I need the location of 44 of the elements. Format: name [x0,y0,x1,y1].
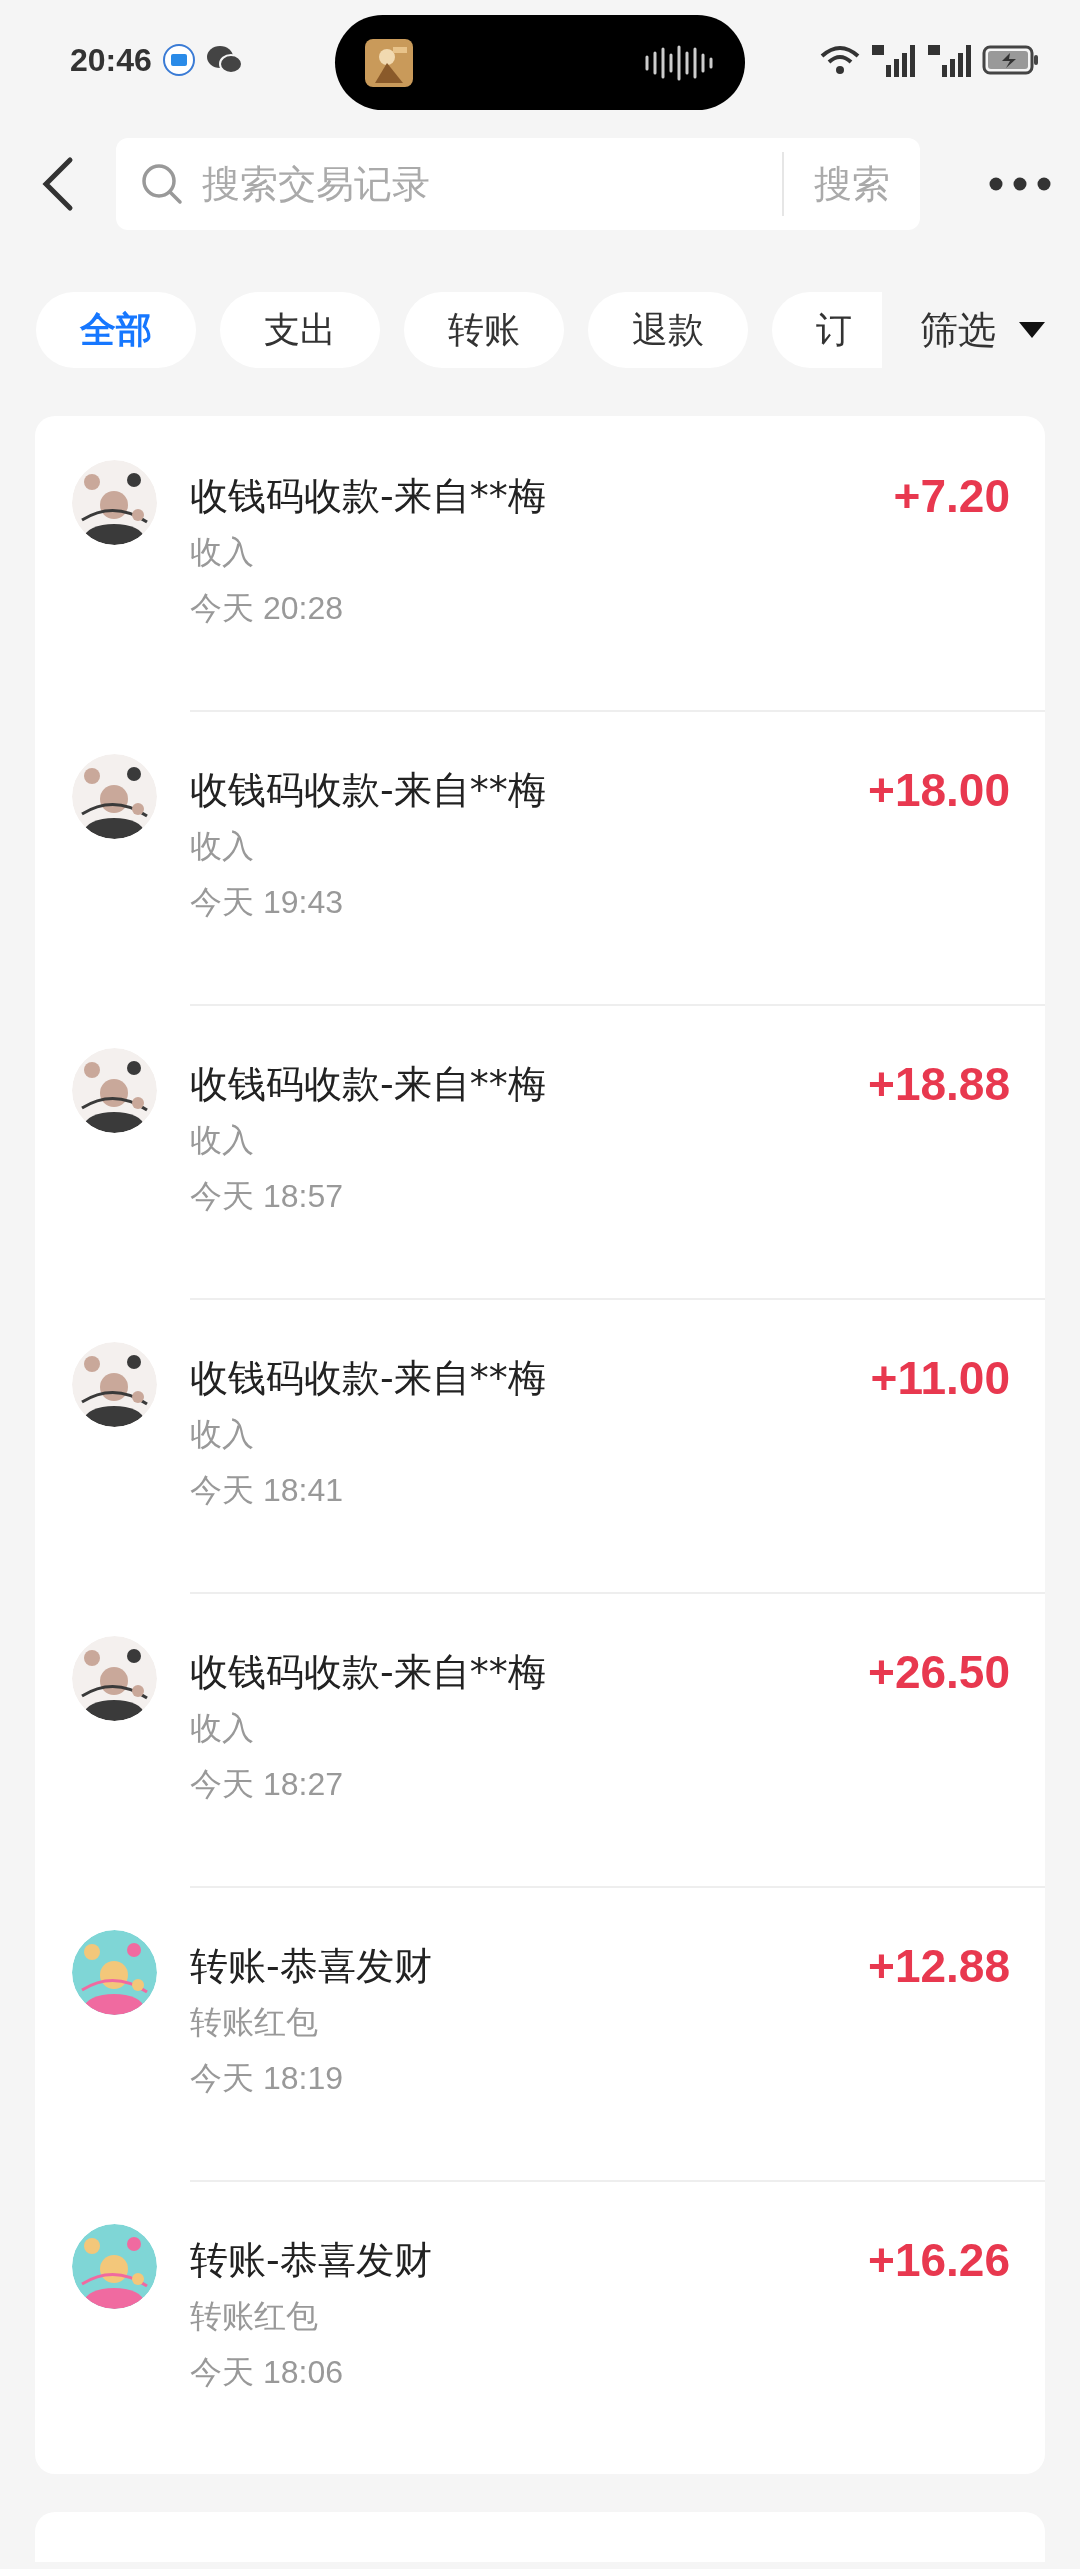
transaction-title: 收钱码收款-来自**梅 [190,474,546,518]
transaction-amount: +16.26 [868,2233,1010,2288]
transaction-title: 转账-恭喜发财 [190,1944,432,1988]
transaction-title: 收钱码收款-来自**梅 [190,1650,546,1694]
transaction-title: 收钱码收款-来自**梅 [190,1356,546,1400]
filter-tab[interactable]: 支出 [220,292,380,368]
transaction-title: 收钱码收款-来自**梅 [190,768,546,812]
transaction-time: 今天 18:06 [190,2354,343,2390]
transaction-category: 收入 [190,1415,254,1453]
filter-tab[interactable]: 订 [772,292,882,368]
signal-icon [870,43,916,77]
transaction-category: 收入 [190,533,254,571]
transaction-amount: +7.20 [893,469,1010,524]
transaction-amount: +11.00 [870,1351,1010,1406]
transaction-title: 转账-恭喜发财 [190,2238,432,2282]
transaction-title: 收钱码收款-来自**梅 [190,1062,546,1106]
transaction-amount: +18.00 [868,763,1010,818]
transaction-time: 今天 18:41 [190,1472,343,1508]
more-icon[interactable] [988,176,1052,192]
transaction-time: 今天 18:57 [190,1178,343,1214]
transaction-category: 收入 [190,827,254,865]
app-notification-icon [161,43,196,77]
filter-tab[interactable]: 退款 [588,292,748,368]
dropdown-icon [1018,321,1046,339]
transaction-time: 今天 20:28 [190,590,343,626]
transaction-time: 今天 18:27 [190,1766,343,1802]
transaction-category: 收入 [190,1709,254,1747]
wifi-icon [820,44,860,76]
transaction-category: 收入 [190,1121,254,1159]
transaction-amount: +12.88 [868,1939,1010,1994]
filter-tab[interactable]: 全部 [36,292,196,368]
transaction-amount: +18.88 [868,1057,1010,1112]
signal-icon [926,43,972,77]
clock: 20:46 [70,41,152,79]
filter-tab[interactable]: 转账 [404,292,564,368]
transaction-category: 转账红包 [190,2003,318,2041]
transaction-time: 今天 18:19 [190,2060,343,2096]
search-input: 搜索交易记录 [200,161,782,207]
search-icon [140,162,184,206]
battery-icon [982,45,1040,75]
transaction-amount: +26.50 [868,1645,1010,1700]
chat-icon [205,45,242,75]
transaction-time: 今天 19:43 [190,884,343,920]
transaction-category: 转账红包 [190,2297,318,2335]
